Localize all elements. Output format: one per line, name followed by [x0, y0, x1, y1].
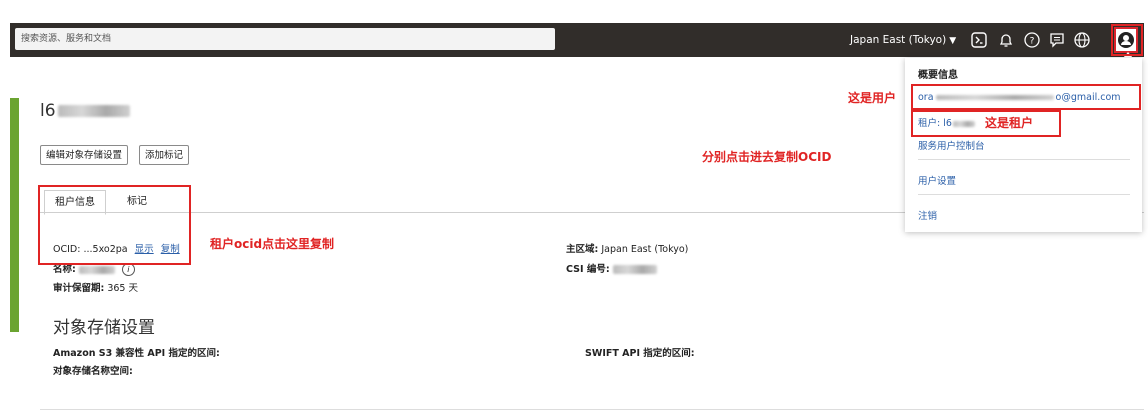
cloud-shell-icon[interactable] [970, 31, 988, 49]
audit-label: 审计保留期: [53, 283, 105, 294]
csi-label: CSI 编号: [566, 264, 610, 275]
service-user-console-link[interactable]: 服务用户控制台 [918, 138, 985, 152]
audit-value: 365 天 [107, 283, 138, 294]
s3-label: Amazon S3 兼容性 API 指定的区间: [53, 348, 220, 359]
namespace-label: 对象存储名称空间: [53, 366, 133, 377]
add-tag-button[interactable]: 添加标记 [139, 145, 190, 165]
annotation-copy-ocid: 分别点击进去复制OCID [702, 150, 832, 164]
chevron-down-icon: ▼ [949, 36, 957, 46]
annotation-this-is-user: 这是用户 [848, 91, 897, 105]
page-title: l6 [40, 101, 130, 121]
namespace-field: 对象存储名称空间: [53, 363, 133, 377]
help-icon[interactable]: ? [1023, 31, 1041, 49]
bell-icon[interactable] [997, 31, 1015, 49]
top-bar: 搜索资源、服务和文档 Japan East (Tokyo) ▼ ? [10, 23, 1144, 58]
audit-retention-field: 审计保留期: 365 天 [53, 280, 138, 294]
redacted-value [612, 265, 657, 274]
menu-divider [918, 159, 1130, 160]
profile-header: 概要信息 [918, 70, 958, 81]
status-accent-bar [10, 98, 19, 332]
edit-object-storage-button[interactable]: 编辑对象存储设置 [40, 145, 129, 165]
annotation-box-user-button [1111, 24, 1143, 56]
redacted-name [57, 105, 130, 117]
swift-label: SWIFT API 指定的区间: [585, 348, 695, 359]
home-region-field: 主区域: Japan East (Tokyo) [566, 241, 688, 255]
user-settings-link[interactable]: 用户设置 [918, 173, 956, 187]
swift-compartment-field: SWIFT API 指定的区间: [585, 345, 695, 359]
csi-number-field: CSI 编号: [566, 261, 657, 275]
annotation-box-user [911, 84, 1141, 110]
region-selector[interactable]: Japan East (Tokyo) ▼ [850, 23, 956, 57]
home-region-label: 主区域: [566, 244, 599, 255]
chat-icon[interactable] [1048, 31, 1066, 49]
s3-compartment-field: Amazon S3 兼容性 API 指定的区间: [53, 345, 220, 359]
annotation-this-is-tenant: 这是租户 [985, 116, 1034, 130]
home-region-value: Japan East (Tokyo) [601, 244, 689, 255]
redacted-value [78, 265, 115, 274]
search-input[interactable]: 搜索资源、服务和文档 [15, 28, 555, 50]
svg-text:?: ? [1030, 37, 1035, 47]
menu-divider [918, 194, 1130, 195]
annotation-tenant-ocid: 租户ocid点击这里复制 [210, 237, 335, 251]
sign-out-link[interactable]: 注销 [918, 208, 937, 222]
globe-icon[interactable] [1073, 31, 1091, 49]
page-title-text: l6 [40, 101, 56, 121]
name-label: 名称: [53, 264, 76, 275]
object-storage-heading: 对象存储设置 [53, 318, 155, 338]
annotation-box-ocid [38, 185, 191, 265]
region-label: Japan East (Tokyo) [850, 34, 947, 46]
